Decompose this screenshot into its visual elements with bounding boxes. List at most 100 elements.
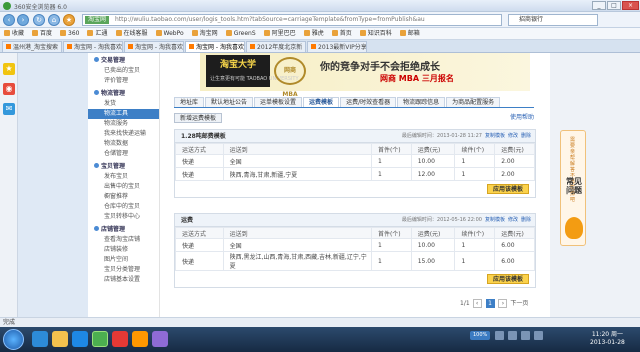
nav-item[interactable]: 店铺基本设置 <box>88 275 159 285</box>
bookmark-item[interactable]: 在线客服 <box>112 28 152 39</box>
search-box[interactable]: 招商银行 <box>508 14 598 26</box>
nav-section-title[interactable]: 物流管理 <box>88 86 159 99</box>
bookmark-item[interactable]: 阿里巴巴 <box>260 28 300 39</box>
column-header: 运送方式 <box>175 227 224 239</box>
bookmark-item[interactable]: 收藏 <box>0 28 28 39</box>
browser-tab[interactable]: 2012年度北京新 <box>246 41 306 52</box>
delete-template-link[interactable]: 删除 <box>521 133 531 139</box>
close-button[interactable]: × <box>622 1 639 10</box>
bookmark-item[interactable]: 邮箱 <box>396 28 424 39</box>
logistics-tab[interactable]: 运费模板 <box>303 97 340 107</box>
add-template-button[interactable]: 新增运费模板 <box>174 113 223 123</box>
nav-section-title[interactable]: 店铺管理 <box>88 222 159 235</box>
help-link[interactable]: 使用帮助 <box>510 112 534 121</box>
nav-item[interactable]: 查看淘宝店铺 <box>88 235 159 245</box>
minimize-button[interactable]: _ <box>592 1 606 10</box>
next-page-button[interactable]: 下一页 <box>510 300 528 307</box>
logistics-tab[interactable]: 地址库 <box>174 97 205 107</box>
bookmark-label: 淘宝网 <box>199 30 218 37</box>
360-browser-icon[interactable] <box>92 331 108 347</box>
bookmark-item[interactable]: GreenS <box>222 28 260 39</box>
logistics-tab[interactable]: 运单模板设置 <box>254 97 303 107</box>
weibo-icon[interactable]: ◉ <box>3 83 15 95</box>
url-input[interactable]: 淘宝网 http://wuliu.taobao.com/user/logis_t… <box>82 14 502 26</box>
app-icon[interactable] <box>152 331 168 347</box>
qq-icon[interactable] <box>72 331 88 347</box>
nav-item[interactable]: 宝贝分类管理 <box>88 265 159 275</box>
favorites-icon[interactable]: ★ <box>3 63 15 75</box>
banner-slogan: 你的竞争对手不会拒绝成长 <box>320 62 440 73</box>
section-dot-icon <box>94 163 99 168</box>
ad-banner[interactable]: 淘宝大学 让生意更有可能 TAOBAO UNIVERSITY 网商 MBA 你的… <box>200 53 530 98</box>
browser-tab[interactable]: 淘宝网 - 淘我喜欢！ <box>185 41 245 52</box>
zoom-level[interactable]: 100% <box>470 331 491 340</box>
table-cell: 2.00 <box>494 167 535 181</box>
nav-item[interactable]: 物流数据 <box>88 139 159 149</box>
nav-item[interactable]: 仓储管理 <box>88 149 159 159</box>
nav-section-title[interactable]: 交易管理 <box>88 53 159 66</box>
page-1-button[interactable]: 1 <box>485 299 495 308</box>
logistics-tab[interactable]: 为商品配置服务 <box>446 97 501 107</box>
refresh-button[interactable]: ↻ <box>33 14 45 26</box>
bookmark-item[interactable]: WebPo <box>152 28 188 39</box>
nav-item[interactable]: 图片空间 <box>88 255 159 265</box>
bookmark-item[interactable]: 知识百科 <box>356 28 396 39</box>
nav-item[interactable]: 发货 <box>88 99 159 109</box>
prev-page-button[interactable]: ‹ <box>472 299 482 308</box>
flag-icon[interactable] <box>521 331 531 340</box>
bookmark-item[interactable]: 淘宝网 <box>188 28 222 39</box>
edit-template-link[interactable]: 修改 <box>508 217 518 223</box>
logistics-tab[interactable]: 运费/时效查看器 <box>340 97 397 107</box>
edit-template-link[interactable]: 修改 <box>508 133 518 139</box>
network-icon[interactable] <box>495 331 505 340</box>
copy-template-link[interactable]: 复制模板 <box>485 217 505 223</box>
browser-tab[interactable]: 2013最新VIP分享 <box>307 41 367 52</box>
nav-item[interactable]: 橱窗推荐 <box>88 192 159 202</box>
bookmark-item[interactable]: 360 <box>56 28 83 39</box>
back-button[interactable]: ‹ <box>3 14 15 26</box>
nav-section-title[interactable]: 宝贝管理 <box>88 159 159 172</box>
nav-item[interactable]: 物流服务 <box>88 119 159 129</box>
nav-item[interactable]: 发布宝贝 <box>88 172 159 182</box>
browser-tab[interactable]: 淘宝网 - 淘我喜欢 <box>63 41 123 52</box>
bookmark-item[interactable]: 百度 <box>28 28 56 39</box>
bookmark-icon <box>32 30 39 36</box>
nav-item[interactable]: 物流工具 <box>88 109 159 119</box>
nav-item[interactable]: 评价管理 <box>88 76 159 86</box>
taobao-icon[interactable] <box>132 331 148 347</box>
logistics-tab[interactable]: 默认地址公告 <box>205 97 254 107</box>
next-page-arrow[interactable]: › <box>498 299 508 308</box>
folder-icon[interactable] <box>52 331 68 347</box>
player-icon[interactable] <box>112 331 128 347</box>
start-button[interactable] <box>3 329 24 350</box>
forward-button[interactable]: › <box>17 14 29 26</box>
apply-template-button[interactable]: 应用该模板 <box>486 184 529 194</box>
browser-tab[interactable]: 温州港_淘宝搜索 <box>2 41 62 52</box>
nav-item[interactable]: 已卖出的宝贝 <box>88 66 159 76</box>
battery-icon[interactable] <box>533 331 543 340</box>
delete-template-link[interactable]: 删除 <box>521 217 531 223</box>
maximize-button[interactable]: □ <box>607 1 621 10</box>
mail-icon[interactable]: ✉ <box>3 103 15 115</box>
faq-widget[interactable]: 需要亲帮解答不再犹豫吧 常见问题 <box>560 130 586 246</box>
nav-item[interactable]: 出售中的宝贝 <box>88 182 159 192</box>
nav-item[interactable]: 我来找快递运输 <box>88 129 159 139</box>
volume-icon[interactable] <box>508 331 518 340</box>
bookmark-item[interactable]: 汇通 <box>83 28 111 39</box>
logistics-tab[interactable]: 物流跟踪信息 <box>397 97 446 107</box>
column-header: 运送到 <box>222 227 372 239</box>
browser-tab[interactable]: 淘宝网 - 淘我喜欢！ <box>124 41 184 52</box>
column-header: 首件(个) <box>370 227 412 239</box>
apply-template-button[interactable]: 应用该模板 <box>486 274 529 284</box>
nav-item[interactable]: 宝贝转移中心 <box>88 212 159 222</box>
home-button[interactable]: ⌂ <box>48 14 60 26</box>
clock[interactable]: 11:20 周一 2013-01-28 <box>590 331 625 347</box>
ie-icon[interactable] <box>32 331 48 347</box>
bookmark-item[interactable]: 雅虎 <box>300 28 328 39</box>
star-icon[interactable]: ★ <box>63 14 75 26</box>
column-header: 首件(个) <box>370 143 412 155</box>
bookmark-item[interactable]: 首页 <box>328 28 356 39</box>
nav-item[interactable]: 店铺装修 <box>88 245 159 255</box>
nav-item[interactable]: 仓库中的宝贝 <box>88 202 159 212</box>
copy-template-link[interactable]: 复制模板 <box>485 133 505 139</box>
